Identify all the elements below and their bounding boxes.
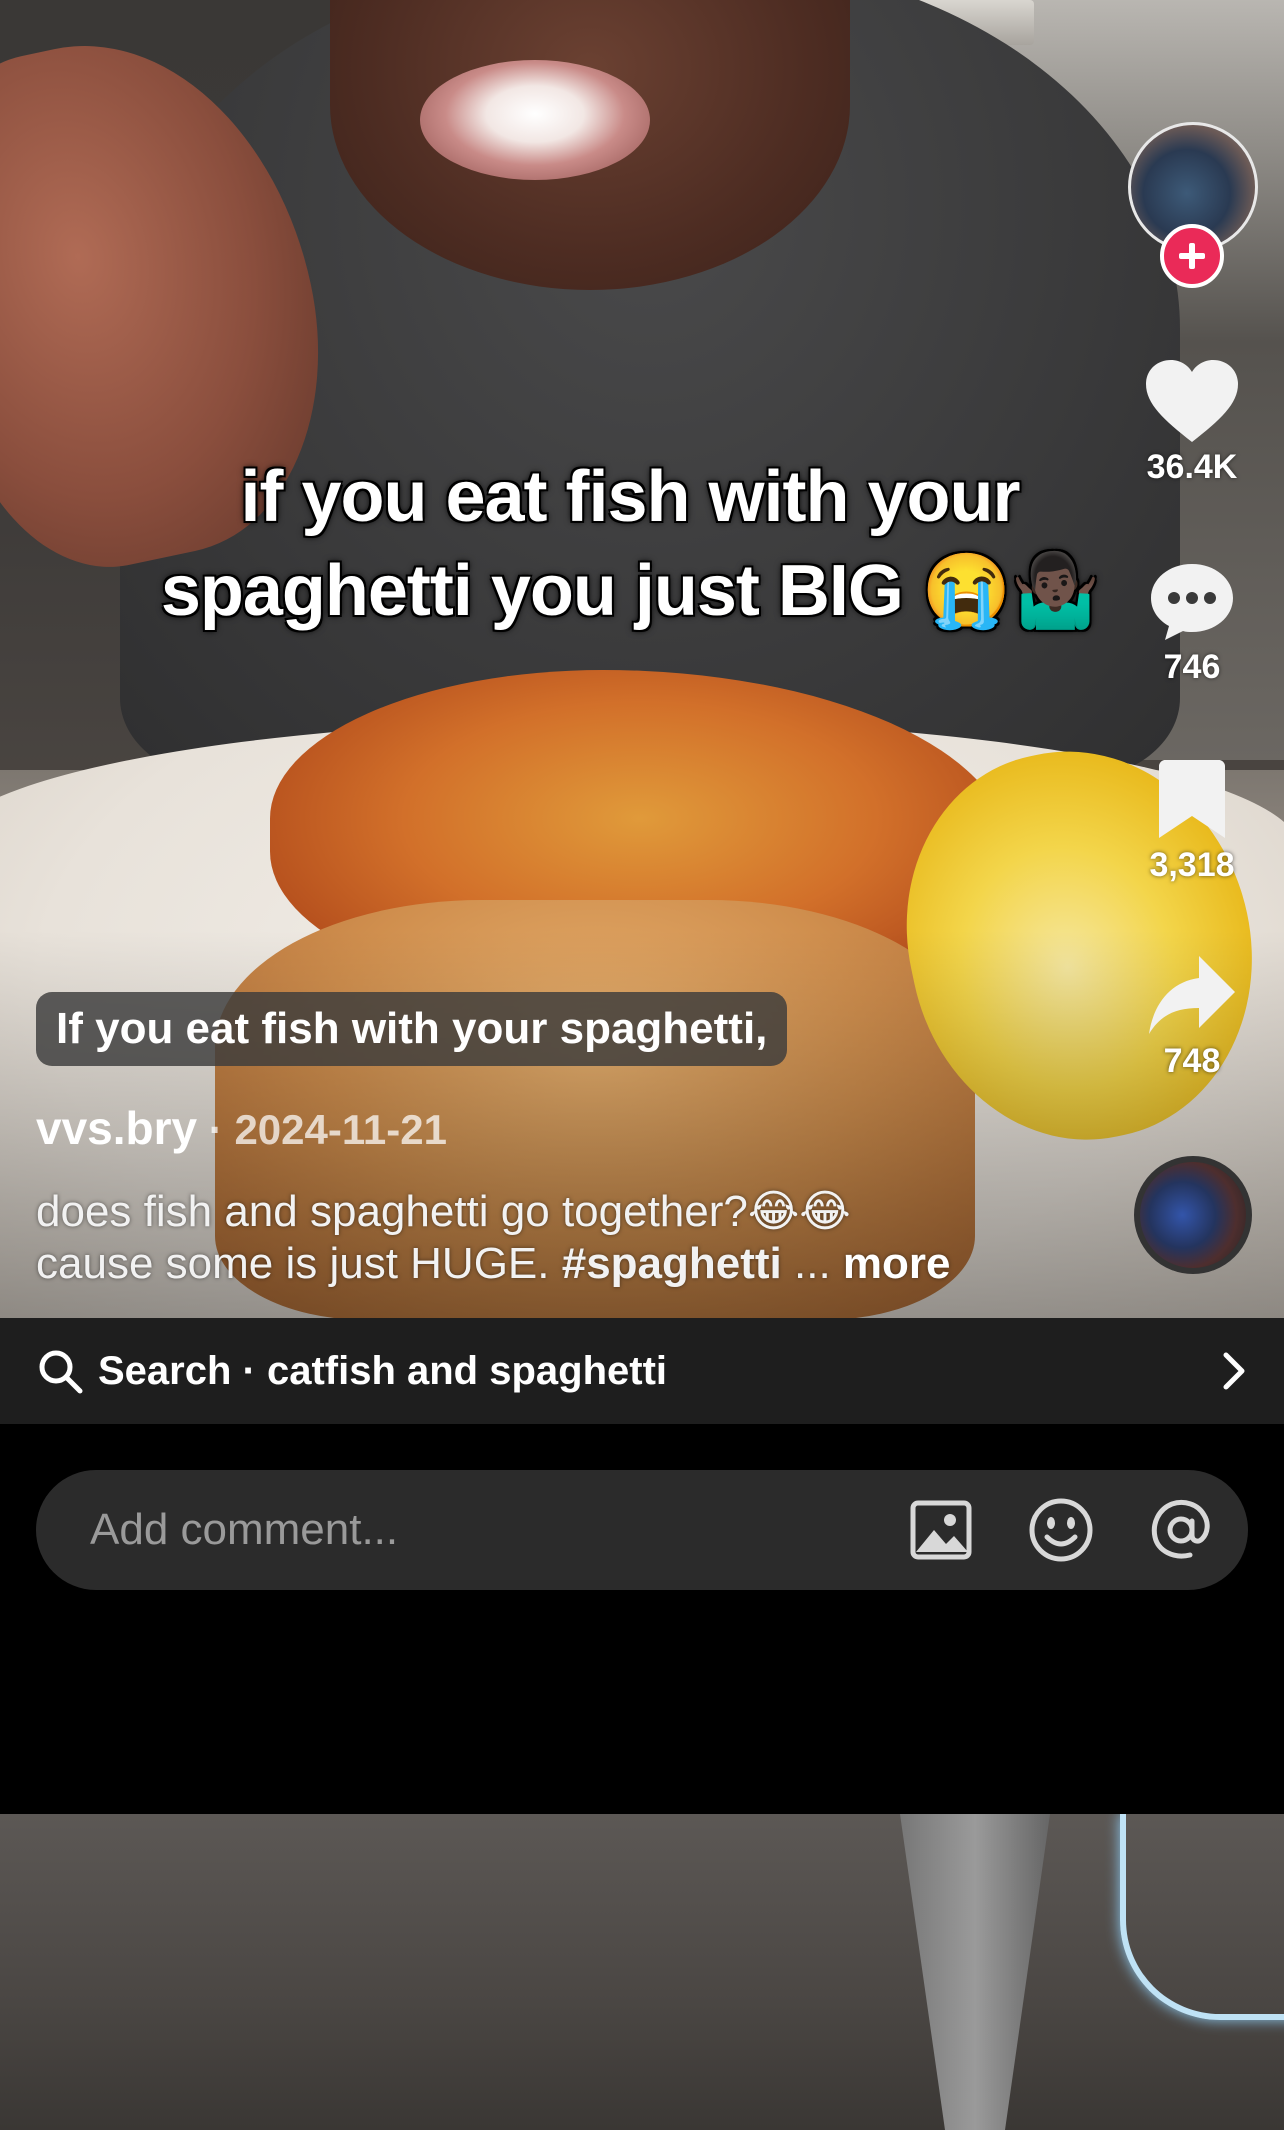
like-button[interactable]: 36.4K — [1122, 358, 1262, 487]
like-count: 36.4K — [1146, 448, 1238, 486]
overlay-line-2: spaghetti you just BIG 😭🤷🏿‍♂️ — [160, 551, 1100, 631]
bookmark-count: 3,318 — [1149, 846, 1235, 884]
next-video-preview[interactable] — [0, 1814, 1284, 2130]
hashtag-link[interactable]: #spaghetti — [562, 1239, 782, 1288]
post-date: · 2024-11-21 — [197, 1106, 447, 1153]
heart-icon — [1146, 360, 1238, 442]
description-line-1: does fish and spaghetti go together?😂😂 — [36, 1187, 851, 1236]
video-text-overlay: if you eat fish with your spaghetti you … — [150, 450, 1110, 638]
mention-button[interactable] — [1148, 1497, 1214, 1563]
image-icon — [910, 1500, 972, 1560]
comment-icon — [1151, 564, 1233, 640]
comment-button[interactable]: 746 — [1122, 560, 1262, 687]
more-button[interactable]: more — [843, 1239, 951, 1288]
comment-input[interactable] — [88, 1504, 854, 1556]
related-search-label: Search · catfish and spaghetti — [98, 1348, 668, 1393]
comment-bar — [36, 1470, 1248, 1590]
video-description[interactable]: does fish and spaghetti go together?😂😂 c… — [36, 1186, 1086, 1290]
description-line-2: cause some is just HUGE. #spaghetti ... … — [36, 1238, 1086, 1290]
music-disc[interactable] — [1134, 1156, 1252, 1274]
bookmark-button[interactable]: 3,318 — [1122, 758, 1262, 885]
person-mouth — [420, 60, 650, 180]
share-count: 748 — [1163, 1042, 1221, 1080]
follow-button[interactable] — [1160, 224, 1224, 288]
comment-count: 746 — [1163, 648, 1221, 686]
description-ellipsis: ... — [781, 1239, 843, 1288]
author-row: vvs.bry · 2024-11-21 — [36, 1100, 447, 1156]
plus-icon — [1179, 243, 1205, 269]
closed-caption-chip: If you eat fish with your spaghetti, — [36, 992, 788, 1066]
image-button[interactable] — [908, 1497, 974, 1563]
share-button[interactable]: 748 — [1122, 952, 1262, 1081]
author-username[interactable]: vvs.bry — [36, 1102, 197, 1154]
emoji-icon — [1029, 1498, 1093, 1562]
share-icon — [1149, 956, 1235, 1034]
overlay-line-1: if you eat fish with your — [240, 457, 1020, 537]
bookmark-icon — [1159, 760, 1225, 838]
next-video-object — [900, 1814, 1050, 2130]
related-search-bar[interactable]: Search · catfish and spaghetti — [0, 1318, 1284, 1424]
mention-icon — [1151, 1499, 1210, 1559]
chevron-right-icon — [1223, 1352, 1245, 1390]
emoji-button[interactable] — [1028, 1497, 1094, 1563]
description-text: cause some is just HUGE. — [36, 1239, 562, 1288]
search-icon — [39, 1350, 83, 1394]
next-video-light — [1120, 1814, 1284, 2020]
